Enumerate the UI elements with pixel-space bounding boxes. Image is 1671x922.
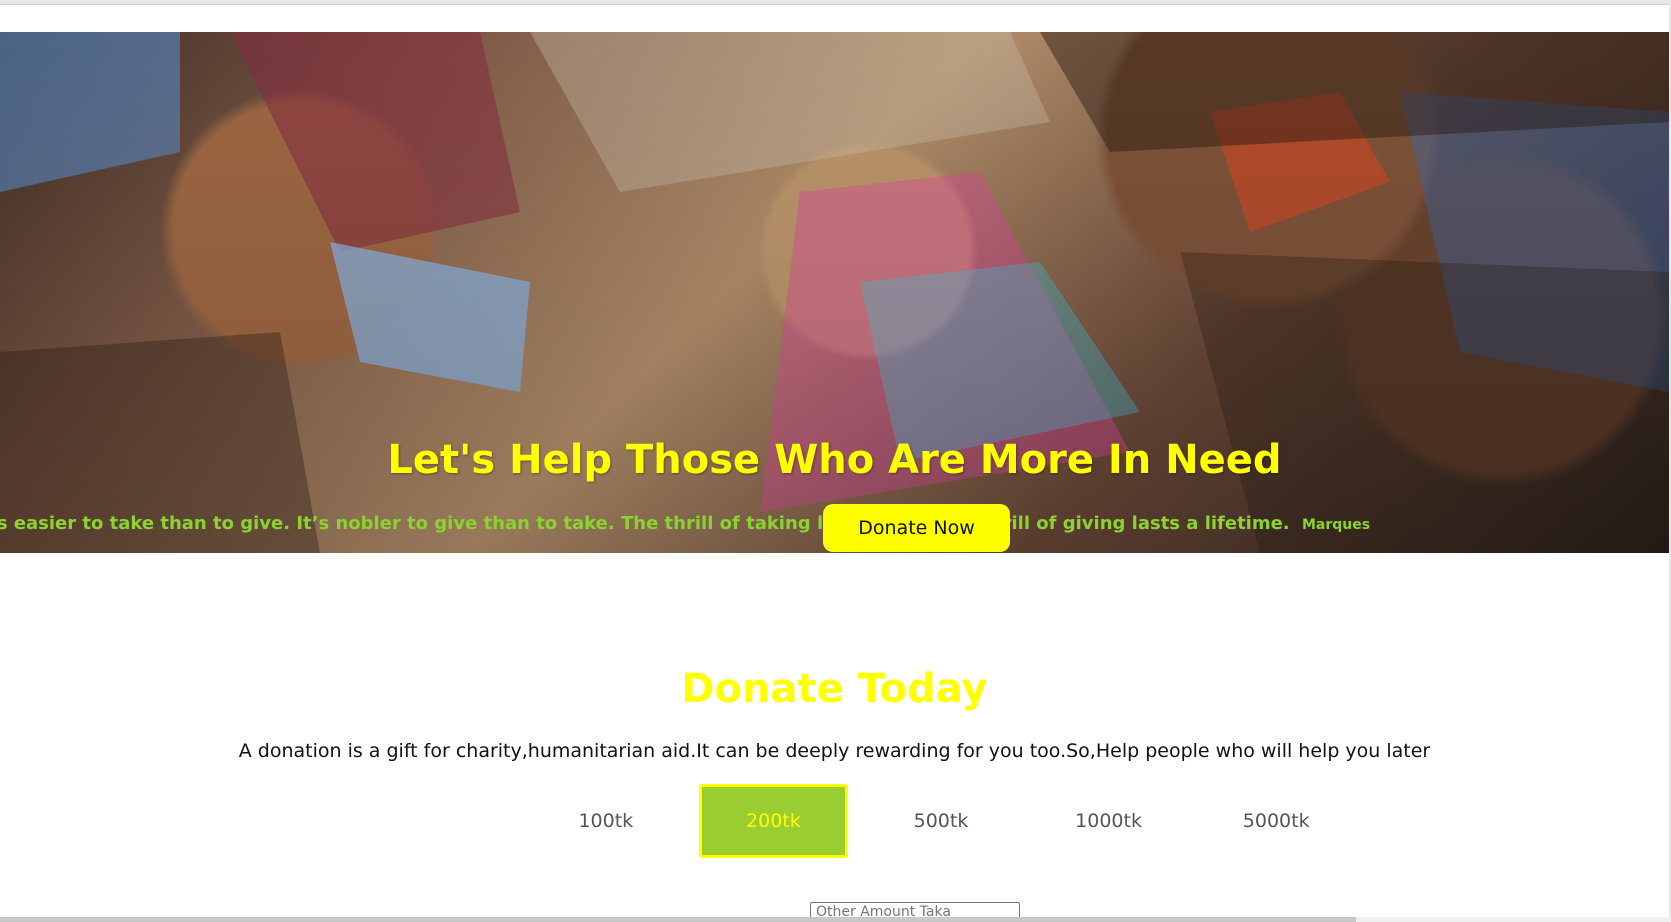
amount-option-500tk[interactable]: 500tk	[866, 784, 1016, 858]
horizontal-scrollbar-thumb[interactable]	[0, 917, 1356, 922]
hero-title: Let's Help Those Who Are More In Need	[387, 437, 1282, 483]
horizontal-scrollbar[interactable]	[0, 917, 1671, 922]
hero-banner: Let's Help Those Who Are More In Need ’s…	[0, 32, 1669, 553]
quote-author: Marques	[1301, 517, 1371, 533]
hero-quote: ’s easier to take than to give. It’s nob…	[0, 513, 1370, 534]
donate-section-title: Donate Today	[681, 666, 988, 712]
amount-option-1000tk[interactable]: 1000tk	[1034, 784, 1184, 858]
quote-text: ’s easier to take than to give. It’s nob…	[0, 513, 1290, 534]
donate-section-description: A donation is a gift for charity,humanit…	[238, 740, 1431, 762]
top-line	[0, 4, 1671, 5]
donate-now-button[interactable]: Donate Now	[823, 504, 1010, 552]
amount-option-5000tk[interactable]: 5000tk	[1201, 784, 1351, 858]
amount-option-100tk[interactable]: 100tk	[531, 784, 681, 858]
amount-options: 100tk 200tk 500tk 1000tk 5000tk	[531, 782, 1351, 859]
amount-option-200tk[interactable]: 200tk	[698, 783, 849, 858]
